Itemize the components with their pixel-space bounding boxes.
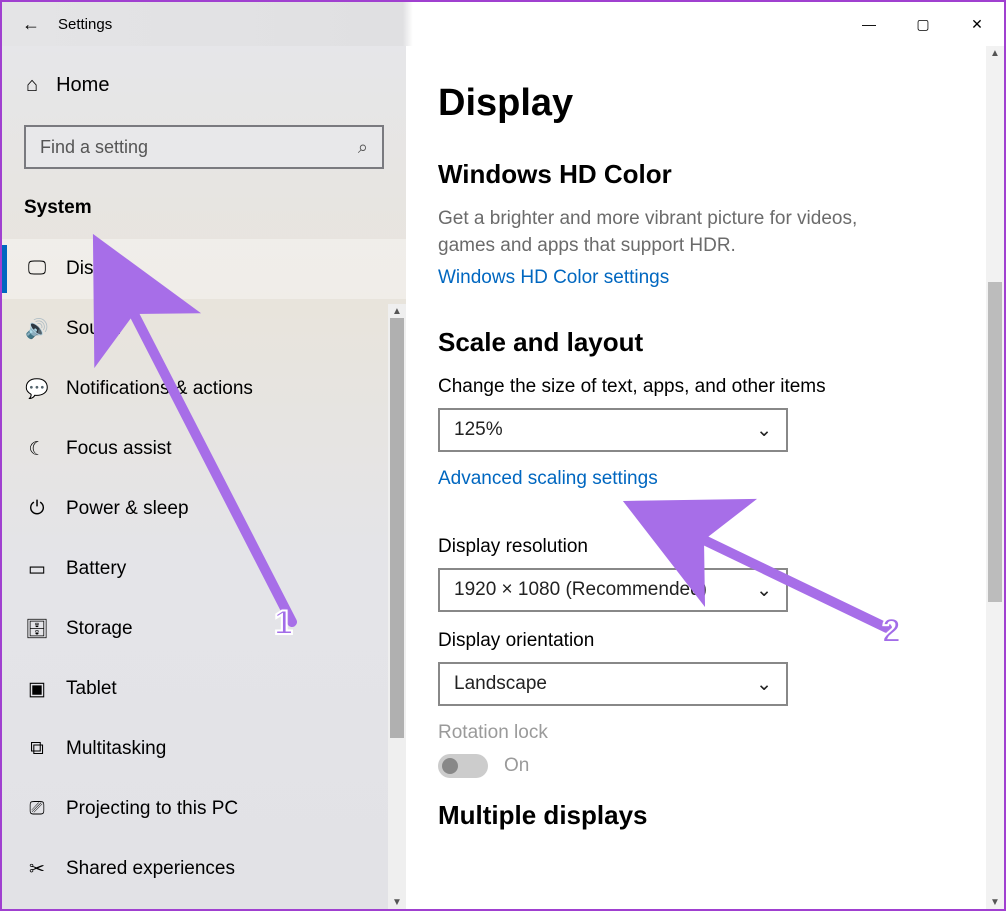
main-scrollbar[interactable]: ▲ ▼ [986, 46, 1004, 909]
search-input[interactable]: Find a setting ⌕ [24, 125, 384, 169]
sidebar-scrollbar-thumb[interactable] [390, 318, 404, 738]
sidebar-item-label: Display [66, 258, 128, 280]
close-button[interactable]: ✕ [950, 2, 1004, 46]
scroll-down-icon[interactable]: ▼ [390, 895, 404, 909]
main-scrollbar-thumb[interactable] [988, 282, 1002, 602]
maximize-button[interactable]: ▢ [896, 2, 950, 46]
scroll-up-icon[interactable]: ▲ [988, 46, 1002, 60]
resolution-value: 1920 × 1080 (Recommended) [454, 579, 707, 601]
tablet-icon: ▣ [26, 678, 48, 701]
sidebar-item-storage[interactable]: 🗄 Storage [2, 599, 406, 659]
hdcolor-link[interactable]: Windows HD Color settings [438, 267, 669, 289]
search-icon: ⌕ [358, 137, 368, 158]
chevron-down-icon: ⌄ [756, 419, 772, 442]
home-label: Home [56, 74, 109, 97]
sidebar-item-battery[interactable]: ▭ Battery [2, 539, 406, 599]
resolution-select[interactable]: 1920 × 1080 (Recommended) ⌄ [438, 568, 788, 612]
multiple-displays-heading: Multiple displays [438, 800, 984, 831]
window-title: Settings [58, 16, 112, 33]
scale-heading: Scale and layout [438, 327, 984, 358]
hdcolor-heading: Windows HD Color [438, 159, 984, 190]
multitasking-icon: ⧉ [26, 738, 48, 760]
chevron-down-icon: ⌄ [756, 579, 772, 602]
battery-icon: ▭ [26, 558, 48, 581]
page-title: Display [438, 82, 984, 125]
orientation-select[interactable]: Landscape ⌄ [438, 662, 788, 706]
scroll-up-icon[interactable]: ▲ [390, 304, 404, 318]
sidebar-home[interactable]: ⌂ Home [2, 60, 406, 111]
shared-experiences-icon: ✂ [26, 858, 48, 881]
sidebar-item-focus-assist[interactable]: ☾ Focus assist [2, 419, 406, 479]
sidebar-item-projecting[interactable]: ⎚ Projecting to this PC [2, 779, 406, 839]
notifications-icon: 💬 [26, 377, 48, 401]
textsize-label: Change the size of text, apps, and other… [438, 376, 984, 398]
display-icon: 🖵 [26, 258, 48, 280]
sidebar-item-label: Multitasking [66, 738, 166, 760]
hdcolor-desc: Get a brighter and more vibrant picture … [438, 206, 918, 259]
back-button[interactable]: ← [22, 14, 40, 35]
titlebar: ← Settings — ▢ ✕ [2, 2, 1004, 46]
resolution-label: Display resolution [438, 536, 984, 558]
main: Display Windows HD Color Get a brighter … [406, 46, 1004, 909]
sidebar-item-multitasking[interactable]: ⧉ Multitasking [2, 719, 406, 779]
sidebar: ⌂ Home Find a setting ⌕ System 🖵 Display 🔊… [2, 46, 406, 909]
storage-icon: 🗄 [26, 617, 48, 641]
content: ⌂ Home Find a setting ⌕ System 🖵 Display 🔊… [2, 46, 1004, 909]
search-placeholder: Find a setting [40, 137, 148, 158]
rotation-lock-label: Rotation lock [438, 722, 984, 744]
sidebar-item-label: Power & sleep [66, 498, 189, 520]
projecting-icon: ⎚ [26, 798, 48, 820]
sidebar-item-label: Projecting to this PC [66, 798, 238, 820]
sidebar-item-label: Notifications & actions [66, 378, 253, 400]
sidebar-item-notifications[interactable]: 💬 Notifications & actions [2, 359, 406, 419]
textsize-select[interactable]: 125% ⌄ [438, 408, 788, 452]
minimize-button[interactable]: — [842, 2, 896, 46]
textsize-value: 125% [454, 419, 503, 441]
home-icon: ⌂ [26, 74, 38, 97]
sidebar-item-label: Sound [66, 318, 121, 340]
focus-assist-icon: ☾ [26, 438, 48, 461]
advanced-scaling-link[interactable]: Advanced scaling settings [438, 468, 658, 490]
scroll-down-icon[interactable]: ▼ [988, 895, 1002, 909]
orientation-value: Landscape [454, 673, 547, 695]
sound-icon: 🔊 [26, 317, 48, 341]
rotation-lock-switch [438, 754, 488, 778]
annotation-number-1: 1 [274, 604, 293, 643]
sidebar-item-display[interactable]: 🖵 Display [2, 239, 406, 299]
chevron-down-icon: ⌄ [756, 673, 772, 696]
sidebar-nav: 🖵 Display 🔊 Sound 💬 Notifications & actions ☾ F… [2, 239, 406, 899]
rotation-lock-state: On [504, 755, 529, 777]
rotation-lock-toggle: On [438, 754, 984, 778]
sidebar-item-tablet[interactable]: ▣ Tablet [2, 659, 406, 719]
power-sleep-icon: ⏻ [26, 498, 48, 520]
category-title: System [2, 187, 406, 233]
sidebar-item-shared-experiences[interactable]: ✂ Shared experiences [2, 839, 406, 899]
sidebar-item-label: Tablet [66, 678, 117, 700]
sidebar-item-label: Storage [66, 618, 133, 640]
annotation-number-2: 2 [882, 612, 901, 651]
sidebar-item-sound[interactable]: 🔊 Sound [2, 299, 406, 359]
sidebar-item-label: Focus assist [66, 438, 172, 460]
sidebar-item-label: Battery [66, 558, 126, 580]
sidebar-scrollbar[interactable]: ▲ ▼ [388, 304, 406, 909]
sidebar-item-power-sleep[interactable]: ⏻ Power & sleep [2, 479, 406, 539]
orientation-label: Display orientation [438, 630, 984, 652]
sidebar-item-label: Shared experiences [66, 858, 235, 880]
